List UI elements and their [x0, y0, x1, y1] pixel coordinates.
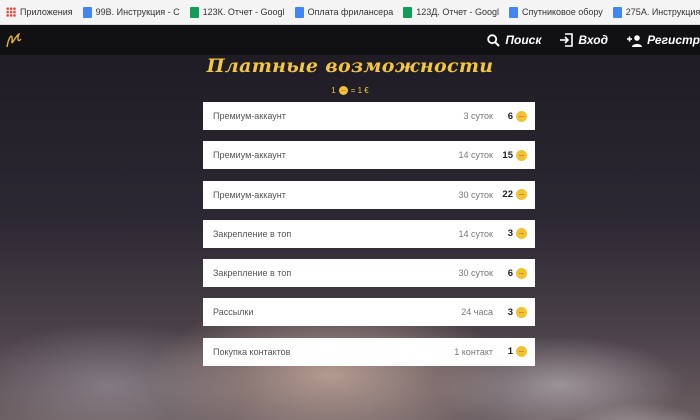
coin-icon: [516, 110, 527, 122]
apps-grid-icon: [6, 7, 16, 17]
login-label: Вход: [578, 33, 609, 47]
service-period: 30 суток: [458, 268, 493, 279]
signature-logo-icon[interactable]: [4, 29, 24, 51]
service-row[interactable]: Закрепление в топ 14 суток 3: [203, 219, 535, 248]
service-price: 15: [502, 149, 513, 161]
service-price: 1: [507, 346, 513, 358]
service-name: Премиум-аккаунт: [213, 189, 286, 200]
bookmark-item[interactable]: 275А. Инструкция -: [607, 0, 700, 24]
register-label: Регистр: [647, 33, 700, 47]
docs-icon: [612, 6, 622, 18]
service-period: 1 контакт: [454, 346, 493, 357]
coin-icon: [516, 149, 527, 161]
service-name: Рассылки: [213, 307, 254, 318]
service-row[interactable]: Рассылки 24 часа 3: [203, 298, 535, 327]
service-period: 24 часа: [461, 307, 493, 318]
login-icon: [560, 33, 574, 47]
sheets-icon: [189, 6, 199, 18]
service-price: 3: [507, 228, 513, 240]
bookmark-item[interactable]: Спутниковое обору: [503, 0, 607, 24]
bookmark-label: 123К. Отчет - Googl: [202, 7, 285, 17]
coin-icon: [516, 189, 527, 201]
search-icon: [487, 33, 501, 47]
service-row[interactable]: Премиум-аккаунт 14 суток 15: [203, 141, 535, 170]
service-period: 3 суток: [463, 111, 493, 121]
site-header: Поиск Вход Регистр: [0, 25, 700, 55]
service-row[interactable]: Покупка контактов 1 контакт 1: [203, 337, 535, 366]
coin-icon: [516, 228, 527, 240]
bookmark-label: 275А. Инструкция -: [625, 7, 700, 17]
service-name: Закрепление в топ: [213, 228, 292, 239]
search-label: Поиск: [505, 33, 542, 47]
bookmark-item[interactable]: 123Д. Отчет - Googl: [397, 0, 503, 24]
service-price: 6: [507, 110, 513, 122]
bookmark-label: 123Д. Отчет - Googl: [416, 7, 499, 17]
coin-icon: [516, 267, 527, 279]
coin-icon: [516, 306, 527, 318]
service-row[interactable]: Премиум-аккаунт 3 суток 6: [203, 102, 535, 130]
bookmark-item[interactable]: Оплата фрилансера: [289, 0, 398, 24]
rate-left: 1: [331, 86, 336, 95]
bookmark-item[interactable]: 123К. Отчет - Googl: [184, 0, 289, 24]
service-name: Премиум-аккаунт: [213, 111, 286, 121]
page-title: Платные возможности: [206, 55, 494, 77]
service-price: 22: [502, 189, 513, 201]
search-link[interactable]: Поиск: [487, 33, 541, 47]
service-name: Покупка контактов: [213, 346, 291, 357]
service-name: Премиум-аккаунт: [213, 150, 286, 161]
service-period: 14 суток: [458, 150, 493, 161]
service-name: Закрепление в топ: [213, 268, 292, 279]
bookmark-label: Приложения: [20, 7, 73, 17]
add-user-icon: [627, 34, 643, 47]
docs-icon: [294, 6, 304, 18]
bookmark-label: 99В. Инструкция - С: [95, 7, 180, 17]
register-link[interactable]: Регистр: [626, 33, 700, 47]
bookmark-item[interactable]: 99В. Инструкция - С: [77, 0, 184, 24]
login-link[interactable]: Вход: [559, 33, 608, 47]
coin-icon: [338, 86, 348, 95]
service-period: 14 суток: [458, 228, 493, 239]
main-nav: Поиск Вход Регистр: [469, 25, 700, 55]
sheets-icon: [403, 6, 413, 18]
service-period: 30 суток: [458, 189, 493, 200]
bookmark-label: Спутниковое обору: [521, 7, 603, 17]
service-price: 6: [507, 267, 513, 279]
coin-icon: [516, 346, 527, 358]
bookmark-item[interactable]: Приложения: [0, 0, 77, 24]
currency-rate: 1 = 1 €: [0, 86, 700, 95]
bookmarks-bar: Приложения 99В. Инструкция - С 123К. Отчет…: [0, 0, 700, 25]
service-price: 3: [507, 306, 513, 318]
services-list: Премиум-аккаунт 3 суток 6 Премиум-аккаунт 14…: [203, 102, 535, 377]
service-row[interactable]: Закрепление в топ 30 суток 6: [203, 259, 535, 288]
bookmark-label: Оплата фрилансера: [307, 7, 394, 17]
service-row[interactable]: Премиум-аккаунт 30 суток 22: [203, 180, 535, 209]
rate-right: = 1 €: [350, 86, 369, 95]
docs-icon: [82, 6, 92, 18]
docs-icon: [508, 6, 518, 18]
